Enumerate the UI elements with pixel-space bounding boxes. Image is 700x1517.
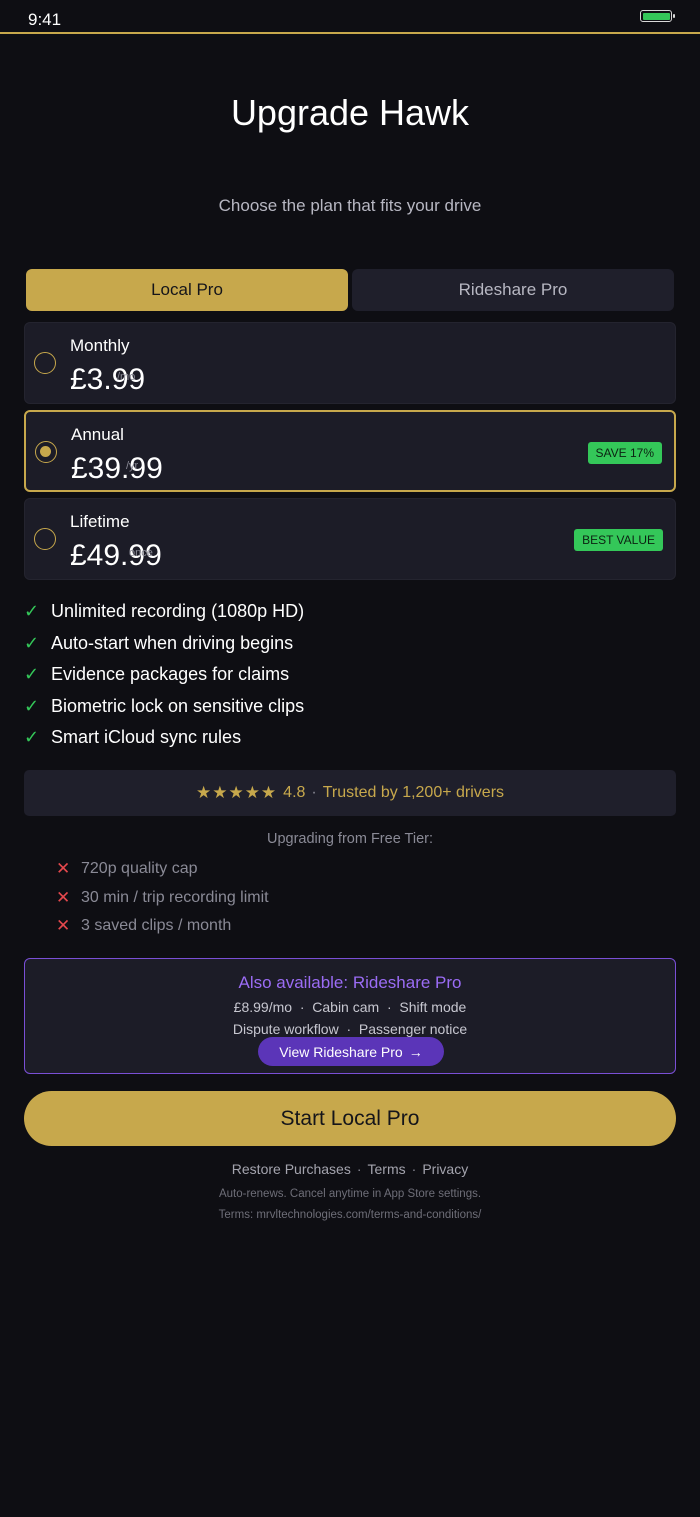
plan-option-lifetime[interactable]: Lifetime £49.99 once BEST VALUE: [24, 498, 676, 580]
plan-tabs: Local Pro Rideshare Pro: [26, 269, 674, 311]
auto-renew-notice: Auto-renews. Cancel anytime in App Store…: [218, 1188, 482, 1200]
promo-line: Dispute workflow · Passenger notice: [232, 1021, 468, 1037]
checkmark-icon: ✓: [24, 727, 40, 748]
terms-url: Terms: mrvltechnologies.com/terms-and-co…: [218, 1209, 482, 1221]
plan-price: £39.99: [71, 452, 163, 485]
separator: ·: [311, 784, 317, 801]
plan-price-suffix: /mo: [117, 371, 136, 383]
plan-option-monthly[interactable]: Monthly £3.99 /mo: [24, 322, 676, 404]
terms-link[interactable]: Terms: [368, 1161, 406, 1177]
radio-button[interactable]: [34, 352, 56, 374]
page-subtitle: Choose the plan that fits your drive: [218, 196, 482, 215]
limit-item: ✕ 30 min / trip recording limit: [56, 887, 269, 907]
feature-list: ✓ Unlimited recording (1080p HD) ✓ Auto-st…: [24, 596, 676, 754]
plan-price-suffix: once: [129, 547, 153, 559]
separator: ·: [356, 1161, 362, 1177]
feature-item: ✓ Smart iCloud sync rules: [24, 727, 242, 748]
feature-item: ✓ Evidence packages for claims: [24, 664, 290, 685]
tab-rideshare-pro[interactable]: Rideshare Pro: [352, 269, 674, 311]
feature-item: ✓ Biometric lock on sensitive clips: [24, 695, 305, 716]
rating-text: Trusted by 1,200+ drivers: [322, 784, 505, 801]
best-value-badge: BEST VALUE: [574, 529, 663, 551]
checkmark-icon: ✓: [24, 664, 40, 685]
save-badge: SAVE 17%: [587, 442, 662, 464]
plan-name: Annual: [71, 425, 124, 444]
radio-button-selected[interactable]: [34, 440, 57, 463]
plan-price-suffix: /yr: [126, 460, 139, 472]
promo-title: Also available: Rideshare Pro: [238, 973, 462, 992]
tab-local-pro[interactable]: Local Pro: [26, 269, 348, 311]
rating-banner: ★★★★★ 4.8 · Trusted by 1,200+ drivers: [24, 770, 676, 816]
battery-icon: [640, 10, 675, 22]
view-rideshare-pro-button[interactable]: View Rideshare Pro →: [258, 1037, 444, 1066]
page-title: Upgrade Hawk: [230, 92, 470, 133]
star-rating-icon: ★★★★★: [195, 783, 278, 802]
plan-name: Monthly: [70, 336, 130, 355]
arrow-right-icon: →: [408, 1043, 423, 1060]
feature-item: ✓ Unlimited recording (1080p HD): [24, 601, 305, 622]
restore-purchases-link[interactable]: Restore Purchases: [232, 1161, 351, 1177]
limit-item: ✕ 720p quality cap: [56, 859, 198, 879]
cross-icon: ✕: [56, 859, 71, 879]
radio-button[interactable]: [34, 528, 56, 550]
footer-links: Restore Purchases · Terms · Privacy: [0, 1161, 700, 1177]
plan-option-annual[interactable]: Annual £39.99 /yr SAVE 17%: [24, 410, 676, 492]
status-time: 9:41: [28, 10, 62, 29]
cross-icon: ✕: [56, 887, 71, 907]
limit-item: ✕ 3 saved clips / month: [56, 916, 232, 936]
feature-item: ✓ Auto-start when driving begins: [24, 632, 294, 653]
rideshare-promo-card: Also available: Rideshare Pro £8.99/mo ·…: [24, 958, 676, 1074]
checkmark-icon: ✓: [24, 695, 40, 716]
privacy-link[interactable]: Privacy: [422, 1161, 468, 1177]
checkmark-icon: ✓: [24, 601, 40, 622]
separator: ·: [411, 1161, 417, 1177]
promo-line: £8.99/mo · Cabin cam · Shift mode: [233, 999, 467, 1015]
upgrade-from-heading: Upgrading from Free Tier:: [266, 831, 433, 847]
status-bar: 9:41: [0, 0, 700, 34]
button-label: View Rideshare Pro: [279, 1043, 403, 1060]
rating-score: 4.8: [283, 784, 306, 801]
start-local-pro-button[interactable]: Start Local Pro: [24, 1091, 676, 1146]
free-tier-limits: ✕ 720p quality cap ✕ 30 min / trip recordi…: [56, 855, 269, 941]
checkmark-icon: ✓: [24, 632, 40, 653]
cross-icon: ✕: [56, 916, 71, 936]
plan-name: Lifetime: [70, 512, 130, 531]
